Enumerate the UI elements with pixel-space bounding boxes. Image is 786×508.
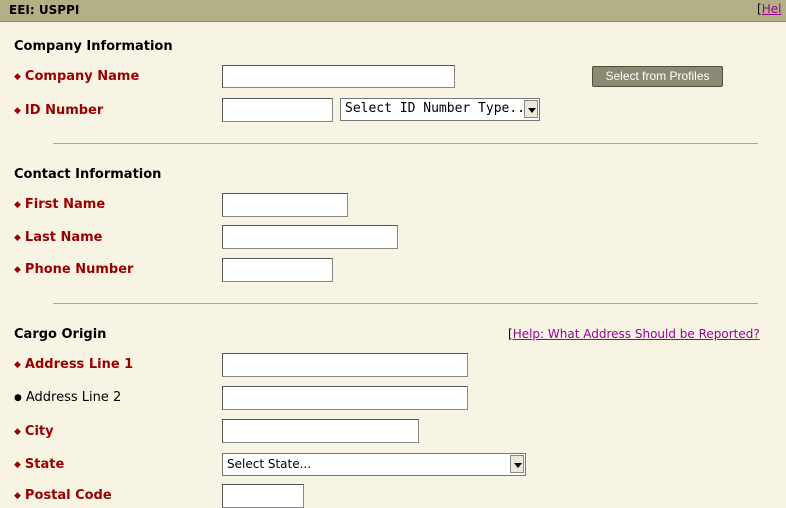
required-marker-icon: ◆ — [14, 106, 21, 116]
postal-code-label-text: Postal Code — [24, 488, 112, 503]
required-marker-icon: ◆ — [14, 491, 21, 501]
phone-number-label-text: Phone Number — [24, 262, 134, 277]
id-number-label-text: ID Number — [24, 103, 104, 118]
state-label-text: State — [24, 457, 65, 472]
last-name-label: ◆ Last Name — [14, 230, 102, 245]
last-name-input[interactable] — [222, 225, 398, 249]
help-link-top[interactable]: [Hel — [757, 2, 781, 16]
company-name-label-text: Company Name — [24, 69, 140, 84]
first-name-input[interactable] — [222, 193, 348, 217]
first-name-label-text: First Name — [24, 197, 106, 212]
phone-number-input[interactable] — [222, 258, 333, 282]
address-line-1-label-text: Address Line 1 — [24, 357, 134, 372]
divider — [53, 143, 758, 144]
required-marker-icon: ◆ — [14, 360, 21, 370]
city-label: ◆ City — [14, 424, 54, 439]
required-marker-icon: ◆ — [14, 72, 21, 82]
dropdown-arrow-icon[interactable] — [524, 100, 538, 118]
postal-code-input[interactable] — [222, 484, 304, 508]
first-name-label: ◆ First Name — [14, 197, 105, 212]
id-number-type-select-value: Select ID Number Type... — [345, 101, 533, 116]
select-from-profiles-button[interactable]: Select from Profiles — [592, 66, 723, 87]
state-select[interactable]: Select State... — [222, 453, 526, 476]
company-name-input[interactable] — [222, 65, 455, 88]
divider — [53, 303, 758, 304]
city-input[interactable] — [222, 419, 419, 443]
required-marker-icon: ◆ — [14, 427, 21, 437]
postal-code-label: ◆ Postal Code — [14, 488, 112, 503]
required-marker-icon: ◆ — [14, 233, 21, 243]
address-line-1-input[interactable] — [222, 353, 468, 377]
id-number-input[interactable] — [222, 98, 333, 122]
state-select-value: Select State... — [227, 457, 312, 471]
company-name-label: ◆ Company Name — [14, 69, 139, 84]
address-line-2-label-text: Address Line 2 — [25, 390, 122, 405]
help-link-text[interactable]: Hel — [762, 2, 782, 16]
state-label: ◆ State — [14, 457, 64, 472]
page-title: EEI: USPPI — [9, 3, 80, 17]
required-marker-icon: ◆ — [14, 200, 21, 210]
address-line-2-label: ● Address Line 2 — [14, 390, 121, 405]
optional-marker-icon: ● — [14, 393, 22, 403]
phone-number-label: ◆ Phone Number — [14, 262, 133, 277]
city-label-text: City — [24, 424, 54, 439]
dropdown-arrow-icon[interactable] — [510, 455, 524, 473]
id-number-type-select[interactable]: Select ID Number Type... — [340, 98, 540, 121]
last-name-label-text: Last Name — [24, 230, 103, 245]
id-number-label: ◆ ID Number — [14, 103, 103, 118]
section-title-contact: Contact Information — [14, 167, 162, 182]
required-marker-icon: ◆ — [14, 265, 21, 275]
section-title-cargo-origin: Cargo Origin — [14, 327, 107, 342]
help-link-address-text[interactable]: Help: What Address Should be Reported? — [513, 327, 760, 341]
required-marker-icon: ◆ — [14, 460, 21, 470]
section-title-company: Company Information — [14, 39, 173, 54]
address-line-1-label: ◆ Address Line 1 — [14, 357, 133, 372]
title-bar: EEI: USPPI [Hel — [0, 0, 786, 22]
address-line-2-input[interactable] — [222, 386, 468, 410]
help-link-address[interactable]: [Help: What Address Should be Reported? — [508, 327, 760, 341]
